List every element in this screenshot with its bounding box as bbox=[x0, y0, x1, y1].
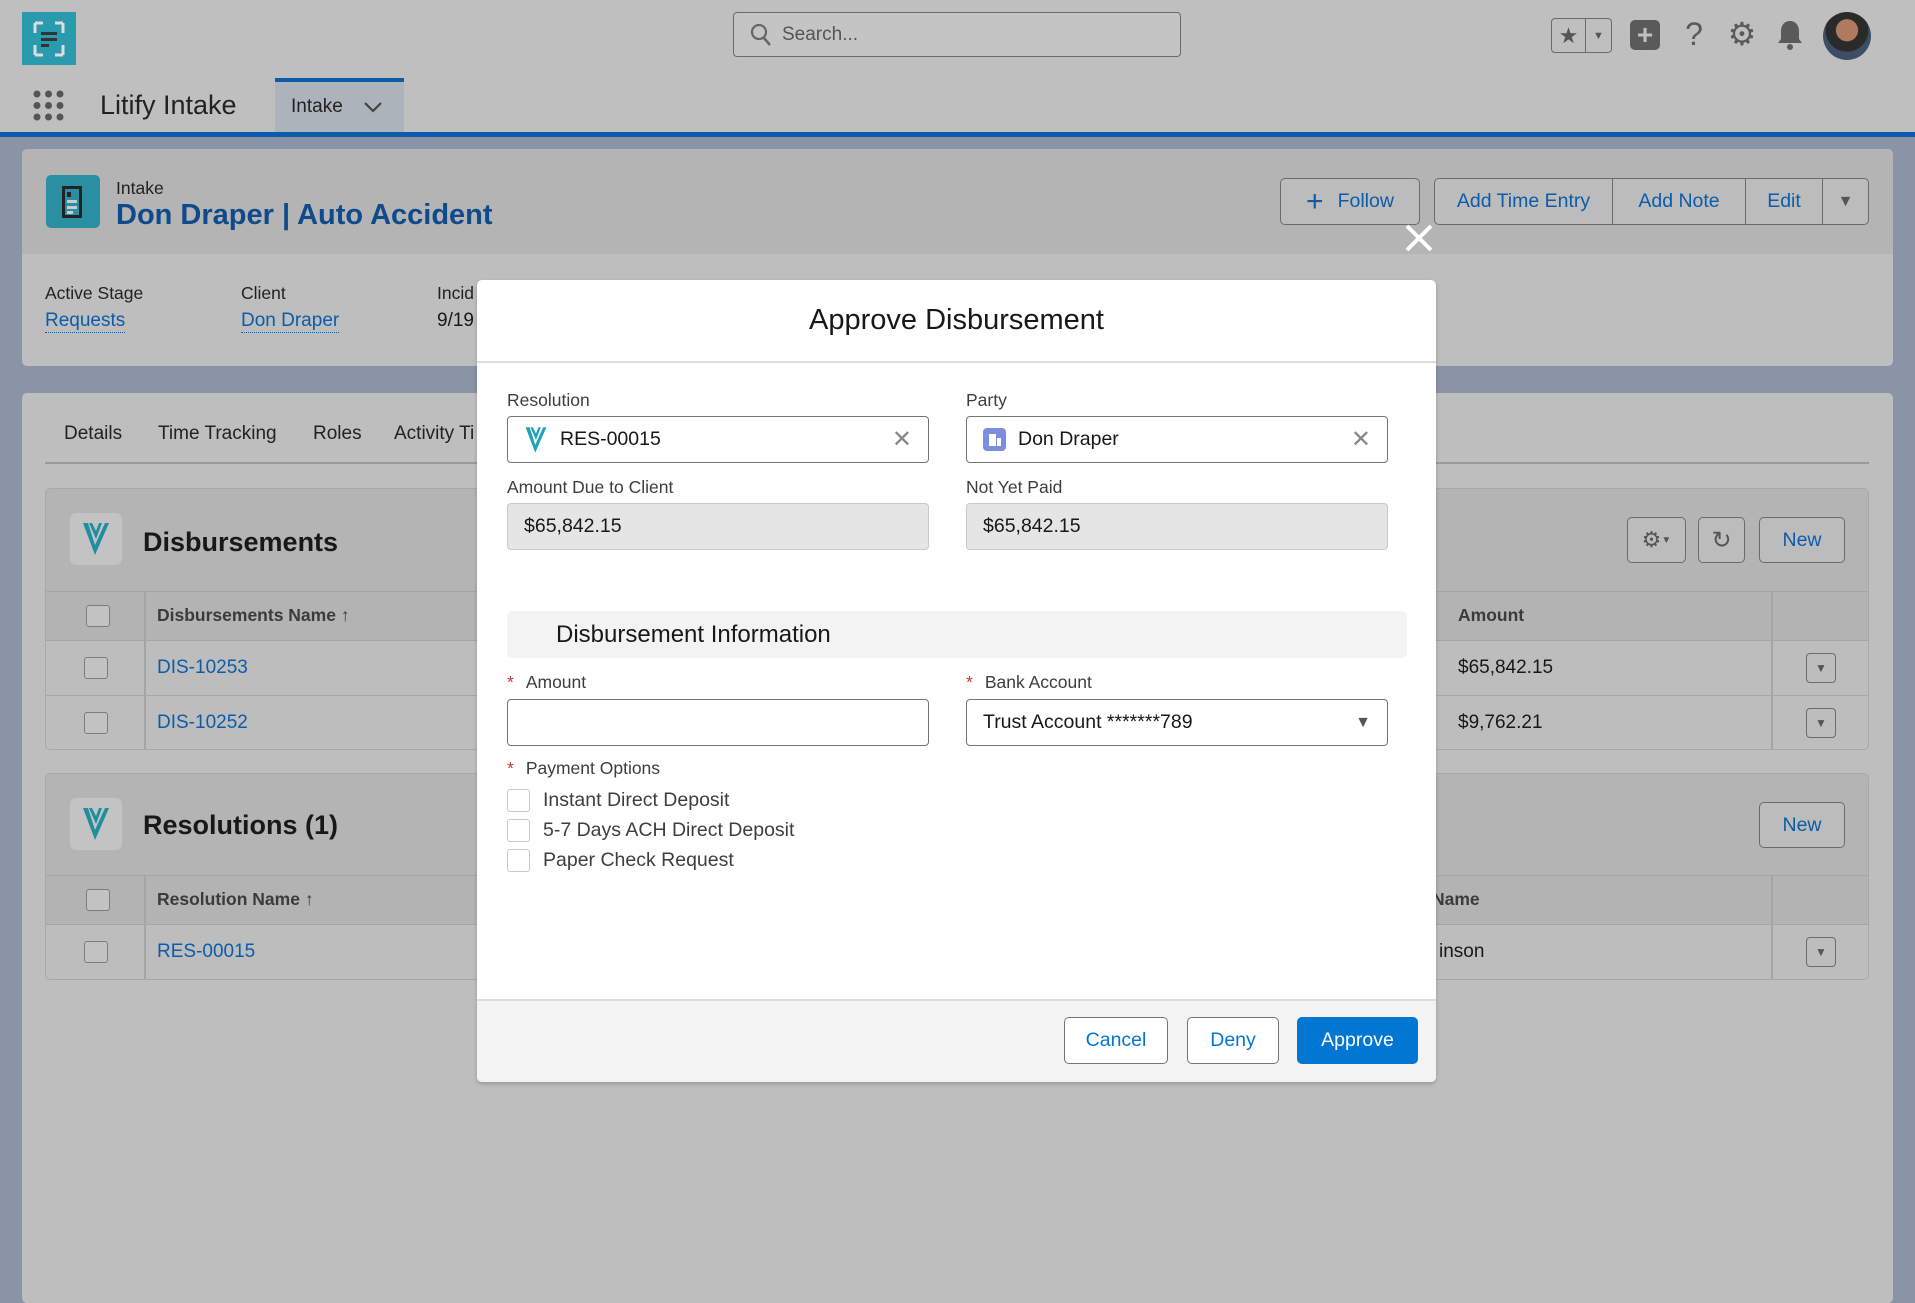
search-placeholder: Search... bbox=[782, 23, 859, 45]
checkbox[interactable] bbox=[507, 789, 530, 812]
select-all-checkbox[interactable] bbox=[86, 605, 110, 627]
active-stage-link[interactable]: Requests bbox=[45, 310, 126, 333]
row-actions-chevron-icon[interactable]: ▼ bbox=[1806, 937, 1836, 967]
select-all-checkbox[interactable] bbox=[86, 889, 110, 911]
checkbox[interactable] bbox=[507, 819, 530, 842]
section-header: Disbursement Information bbox=[507, 611, 1407, 658]
nav-tab-label: Intake bbox=[291, 96, 343, 117]
amount-cell: $65,842.15 bbox=[1458, 657, 1554, 678]
user-avatar[interactable] bbox=[1823, 12, 1871, 60]
search-icon bbox=[750, 23, 771, 46]
clear-selection-icon[interactable]: ✕ bbox=[1351, 425, 1371, 454]
global-actions-plus-icon[interactable]: + bbox=[1630, 19, 1660, 50]
approve-button[interactable]: Approve bbox=[1297, 1017, 1418, 1064]
notifications-bell-icon[interactable] bbox=[1775, 18, 1805, 52]
nav-underline bbox=[0, 132, 1915, 137]
app-launcher-icon[interactable] bbox=[33, 90, 64, 121]
global-search-input[interactable]: Search... bbox=[733, 12, 1181, 57]
checkbox[interactable] bbox=[507, 849, 530, 872]
row-checkbox[interactable] bbox=[84, 941, 108, 963]
favorites-button[interactable]: ★ ▼ bbox=[1551, 18, 1612, 53]
sort-arrow-up-icon: ↑ bbox=[304, 889, 314, 909]
cancel-button[interactable]: Cancel bbox=[1064, 1017, 1168, 1064]
edit-button[interactable]: Edit bbox=[1746, 179, 1823, 224]
resolutions-new-button[interactable]: New bbox=[1759, 802, 1845, 848]
field-label-client: Client bbox=[241, 283, 286, 303]
setup-gear-icon[interactable]: ⚙ bbox=[1727, 16, 1757, 52]
clear-selection-icon[interactable]: ✕ bbox=[892, 425, 912, 454]
app-logo[interactable] bbox=[22, 12, 76, 65]
approve-disbursement-modal: Approve Disbursement Resolution RES-0001… bbox=[477, 280, 1436, 1082]
name-cell: inson bbox=[1439, 941, 1485, 962]
deny-button[interactable]: Deny bbox=[1187, 1017, 1279, 1064]
follow-button[interactable]: + Follow bbox=[1280, 178, 1420, 225]
bank-account-select[interactable]: Trust Account *******789 ▼ bbox=[966, 699, 1388, 746]
resolution-link[interactable]: RES-00015 bbox=[157, 941, 255, 963]
party-label: Party bbox=[966, 390, 1007, 410]
row-actions-chevron-icon[interactable]: ▼ bbox=[1806, 708, 1836, 738]
chevron-down-icon[interactable]: ▼ bbox=[1586, 19, 1611, 52]
sort-arrow-up-icon: ↑ bbox=[340, 605, 350, 625]
refresh-icon[interactable]: ↻ bbox=[1698, 517, 1745, 563]
not-yet-paid-label: Not Yet Paid bbox=[966, 477, 1063, 497]
resolution-lookup[interactable]: RES-00015 ✕ bbox=[507, 416, 929, 463]
record-object-label: Intake bbox=[116, 178, 164, 198]
chevron-down-icon[interactable] bbox=[363, 101, 383, 113]
modal-footer: Cancel Deny Approve bbox=[477, 999, 1436, 1082]
amount-due-label: Amount Due to Client bbox=[507, 477, 674, 497]
row-actions-chevron-icon[interactable]: ▼ bbox=[1806, 653, 1836, 683]
app-name: Litify Intake bbox=[100, 90, 237, 120]
add-time-entry-button[interactable]: Add Time Entry bbox=[1435, 179, 1613, 224]
amount-cell: $9,762.21 bbox=[1458, 712, 1543, 733]
incident-date: 9/19 bbox=[437, 310, 474, 331]
amount-label: * Amount bbox=[507, 672, 587, 692]
client-link[interactable]: Don Draper bbox=[241, 310, 340, 333]
payment-options-label: * Payment Options bbox=[507, 758, 661, 778]
tab-details[interactable]: Details bbox=[64, 423, 122, 445]
litify-icon bbox=[70, 798, 122, 850]
payment-option-paper-check[interactable]: Paper Check Request bbox=[507, 849, 734, 872]
row-checkbox[interactable] bbox=[84, 657, 108, 679]
column-header-name[interactable]: Name bbox=[1432, 889, 1480, 910]
payment-option-instant[interactable]: Instant Direct Deposit bbox=[507, 789, 729, 812]
column-header-resolution-name[interactable]: Resolution Name ↑ bbox=[157, 889, 314, 910]
bank-account-label: * Bank Account bbox=[966, 672, 1092, 692]
disbursement-link[interactable]: DIS-10253 bbox=[157, 657, 248, 679]
column-header-name[interactable]: Disbursements Name ↑ bbox=[157, 605, 350, 626]
add-note-button[interactable]: Add Note bbox=[1613, 179, 1746, 224]
payment-option-ach[interactable]: 5-7 Days ACH Direct Deposit bbox=[507, 819, 794, 842]
row-checkbox[interactable] bbox=[84, 712, 108, 734]
help-icon[interactable]: ? bbox=[1680, 14, 1708, 54]
modal-close-icon[interactable] bbox=[1403, 222, 1435, 254]
more-actions-chevron-icon[interactable]: ▼ bbox=[1823, 179, 1868, 224]
disbursements-title: Disbursements bbox=[143, 527, 339, 557]
not-yet-paid-field: $65,842.15 bbox=[966, 503, 1388, 550]
nav-tab-intake[interactable]: Intake bbox=[275, 78, 404, 132]
record-title: Don Draper | Auto Accident bbox=[116, 199, 493, 231]
record-actions-group: Add Time Entry Add Note Edit ▼ bbox=[1434, 178, 1869, 225]
account-building-icon bbox=[983, 428, 1006, 451]
disbursement-link[interactable]: DIS-10252 bbox=[157, 712, 248, 734]
record-type-icon bbox=[46, 175, 100, 228]
tab-time-tracking[interactable]: Time Tracking bbox=[158, 423, 277, 445]
star-icon[interactable]: ★ bbox=[1552, 19, 1586, 52]
litify-icon bbox=[525, 426, 547, 453]
resolution-label: Resolution bbox=[507, 390, 590, 410]
amount-input[interactable] bbox=[507, 699, 929, 746]
field-label-active-stage: Active Stage bbox=[45, 283, 144, 303]
plus-icon: + bbox=[1306, 184, 1324, 218]
disbursements-new-button[interactable]: New bbox=[1759, 517, 1845, 563]
tab-roles[interactable]: Roles bbox=[313, 423, 362, 445]
field-label-incident: Incid bbox=[437, 283, 474, 303]
amount-due-field: $65,842.15 bbox=[507, 503, 929, 550]
column-header-amount[interactable]: Amount bbox=[1458, 605, 1524, 626]
resolutions-title: Resolutions (1) bbox=[143, 810, 339, 840]
party-lookup[interactable]: Don Draper ✕ bbox=[966, 416, 1388, 463]
chevron-down-icon: ▼ bbox=[1355, 713, 1371, 731]
litify-icon bbox=[70, 513, 122, 565]
modal-title: Approve Disbursement bbox=[477, 280, 1436, 363]
list-settings-gear-icon[interactable]: ⚙ ▼ bbox=[1627, 517, 1686, 563]
tab-activity-timeline[interactable]: Activity Ti bbox=[394, 423, 474, 445]
